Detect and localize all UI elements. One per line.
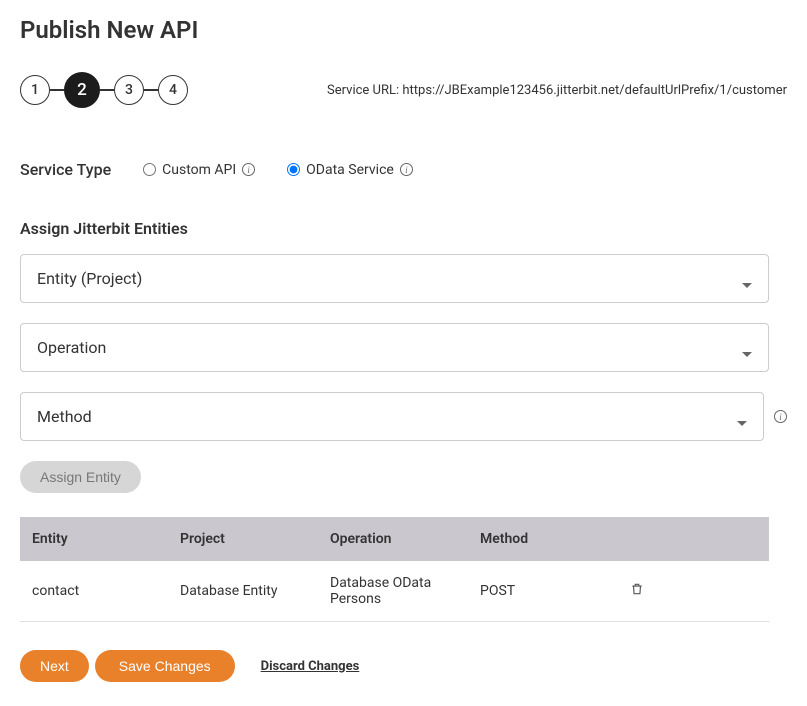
chevron-down-icon [742,274,752,284]
method-dropdown-label: Method [37,407,92,426]
service-type-label: Service Type [20,160,111,179]
assign-entity-button[interactable]: Assign Entity [20,461,141,493]
operation-dropdown[interactable]: Operation [20,323,769,372]
service-url: Service URL: https://JBExample123456.jit… [327,83,787,98]
table-row: contact Database Entity Database OData P… [20,561,769,622]
method-dropdown-row: Method i [20,392,787,441]
radio-custom-api[interactable]: Custom API i [143,162,255,178]
step-line [50,89,64,91]
assign-entities-label: Assign Jitterbit Entities [20,219,787,238]
stepper: 1 2 3 4 [20,72,188,108]
info-icon[interactable]: i [400,163,413,176]
radio-odata-service[interactable]: OData Service i [287,162,413,178]
step-1[interactable]: 1 [20,75,50,105]
th-entity: Entity [20,517,170,561]
step-2[interactable]: 2 [64,72,100,108]
next-button[interactable]: Next [20,650,89,682]
td-operation: Database OData Persons [320,561,470,622]
th-operation: Operation [320,517,470,561]
info-icon[interactable]: i [242,163,255,176]
td-project: Database Entity [170,561,320,622]
td-action [620,561,769,622]
save-changes-button[interactable]: Save Changes [95,650,235,682]
step-3[interactable]: 3 [114,75,144,105]
step-4[interactable]: 4 [158,75,188,105]
radio-custom-api-input[interactable] [143,163,156,176]
trash-icon[interactable] [630,582,644,596]
radio-custom-api-label: Custom API [162,162,236,178]
radio-group: Custom API i OData Service i [143,162,413,178]
radio-odata-service-input[interactable] [287,163,300,176]
chevron-down-icon [737,412,747,422]
entity-dropdown[interactable]: Entity (Project) [20,254,769,303]
step-line [144,89,158,91]
radio-odata-service-label: OData Service [306,162,394,178]
method-dropdown[interactable]: Method [20,392,764,441]
page-title: Publish New API [20,16,787,44]
td-method: POST [470,561,620,622]
td-entity: contact [20,561,170,622]
discard-changes-link[interactable]: Discard Changes [261,659,360,674]
chevron-down-icon [742,343,752,353]
entity-table: Entity Project Operation Method contact … [20,517,769,622]
th-method: Method [470,517,620,561]
info-icon[interactable]: i [774,410,787,423]
action-row: Next Save Changes Discard Changes [20,650,787,682]
th-project: Project [170,517,320,561]
header-row: 1 2 3 4 Service URL: https://JBExample12… [20,72,787,108]
th-action [620,517,769,561]
step-line [100,89,114,91]
service-type-row: Service Type Custom API i OData Service … [20,160,787,179]
service-url-label: Service URL: [327,83,399,98]
entity-dropdown-label: Entity (Project) [37,269,142,288]
service-url-value: https://JBExample123456.jitterbit.net/de… [402,83,787,98]
table-header-row: Entity Project Operation Method [20,517,769,561]
operation-dropdown-label: Operation [37,338,106,357]
